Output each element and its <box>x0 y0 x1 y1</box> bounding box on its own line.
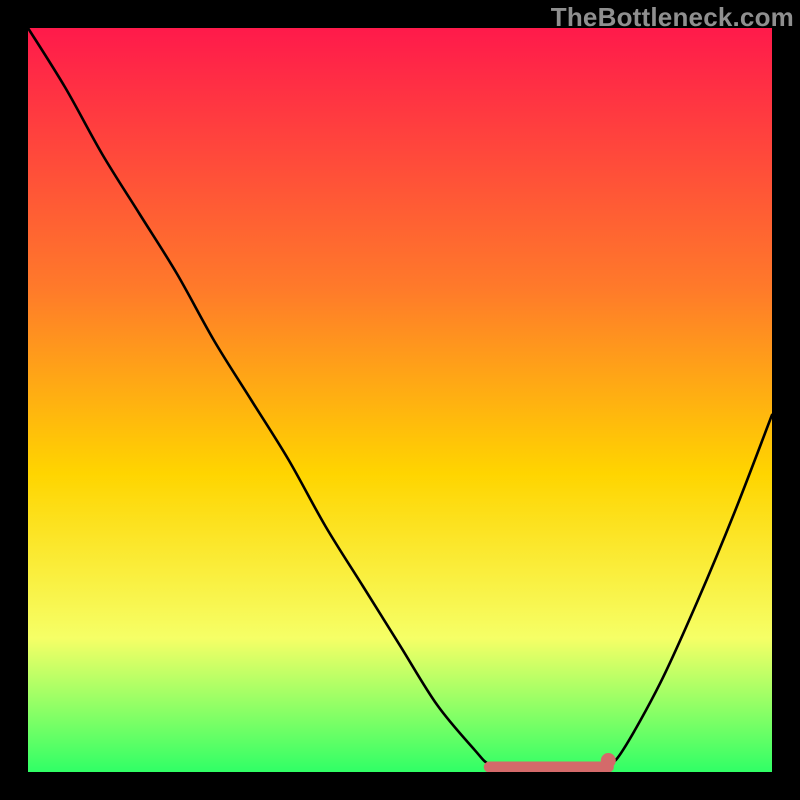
plot-area <box>28 28 772 772</box>
gradient-background <box>28 28 772 772</box>
chart-frame: TheBottleneck.com <box>0 0 800 800</box>
valley-end-marker <box>601 754 615 768</box>
watermark-text: TheBottleneck.com <box>551 2 794 33</box>
bottleneck-chart <box>28 28 772 772</box>
